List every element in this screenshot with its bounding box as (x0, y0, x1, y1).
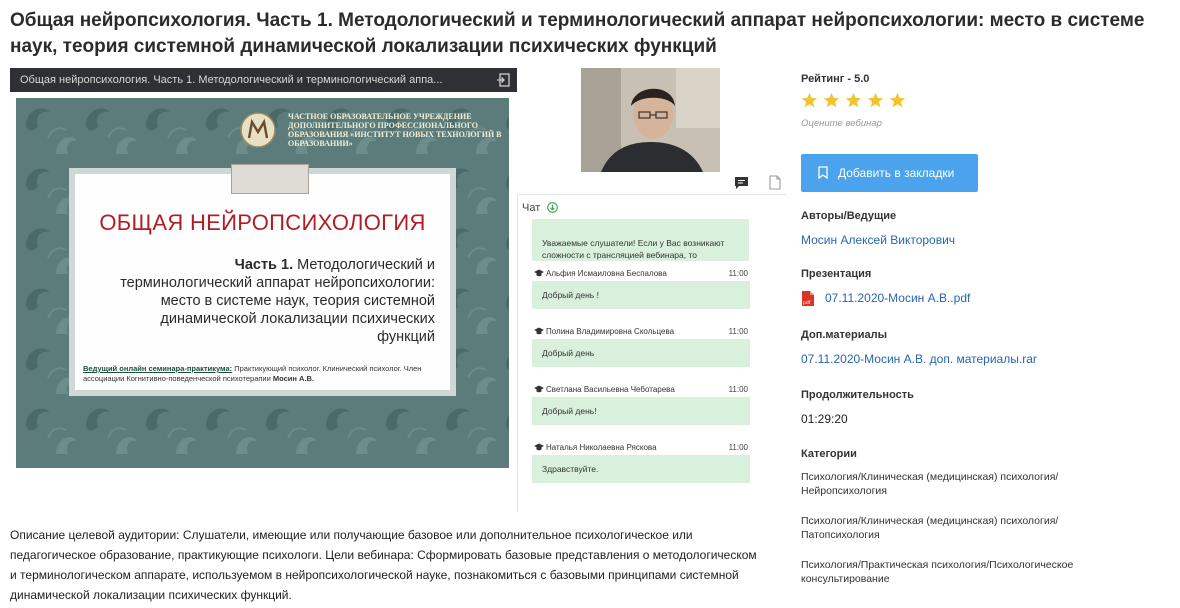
institute-logo-icon (240, 112, 276, 148)
star-icon[interactable] (823, 92, 840, 109)
info-down-icon[interactable] (547, 202, 558, 213)
slide-header-text: ЧАСТНОЕ ОБРАЗОВАТЕЛЬНОЕ УЧРЕЖДЕНИЕ ДОПОЛ… (288, 112, 502, 148)
chat-message-author-row: Полина Владимировна Скольцева (534, 327, 750, 336)
star-icon[interactable] (845, 92, 862, 109)
page-title: Общая нейропсихология. Часть 1. Методоло… (10, 10, 1145, 57)
exit-fullscreen-icon[interactable] (496, 73, 510, 87)
chat-message-author: Наталья Николаевна Ряскова (546, 443, 657, 452)
presentation-label: Презентация (801, 268, 872, 280)
star-icon[interactable] (867, 92, 884, 109)
graduation-cap-icon (534, 385, 544, 393)
presenter-video-frame (581, 68, 720, 172)
duration-value: 01:29:20 (801, 412, 848, 426)
rating-label: Рейтинг - 5.0 (801, 73, 870, 85)
chat-message-author-row: Светлана Васильевна Чеботарева (534, 385, 750, 394)
chat-notice: Уважаемые слушатели! Если у Вас возникаю… (532, 219, 749, 261)
chat-message: Альфия Исмаиловна Беспалова 11:00 Добрый… (526, 269, 750, 315)
author-link[interactable]: Мосин Алексей Викторович (801, 233, 955, 247)
chat-message-text: Добрый день ! (532, 281, 750, 309)
star-icon[interactable] (801, 92, 818, 109)
slide-title: ОБЩАЯ НЕЙРОПСИХОЛОГИЯ (99, 210, 426, 235)
presentation-slide: ЧАСТНОЕ ОБРАЗОВАТЕЛЬНОЕ УЧРЕЖДЕНИЕ ДОПОЛ… (16, 98, 509, 468)
graduation-cap-icon (534, 269, 544, 277)
chat-message-author: Светлана Васильевна Чеботарева (546, 385, 675, 394)
chat-message-text: Добрый день! (532, 397, 750, 425)
chat-message-text: Добрый день (532, 339, 750, 367)
graduation-cap-icon (534, 443, 544, 451)
add-bookmark-button[interactable]: Добавить в закладки (801, 154, 978, 192)
chat-panel[interactable]: Чат Уважаемые слушатели! Если у Вас возн… (517, 194, 787, 512)
chat-message-author-row: Наталья Николаевна Ряскова (534, 443, 750, 452)
chat-message: Светлана Васильевна Чеботарева 11:00 Доб… (526, 385, 750, 431)
slide-footer-name: Мосин А.В. (272, 374, 315, 383)
chat-tabs (517, 172, 787, 194)
webcam-video[interactable] (581, 68, 720, 172)
rate-hint: Оцените вебинар (801, 118, 882, 129)
slide-subtitle: Часть 1. Методологический и терминологич… (105, 256, 435, 346)
chat-message-time: 11:00 (728, 443, 748, 452)
pdf-file-icon: pdf (802, 291, 814, 306)
slide-card: ОБЩАЯ НЕЙРОПСИХОЛОГИЯ Часть 1. Методолог… (69, 164, 456, 396)
player-title-bar: Общая нейропсихология. Часть 1. Методоло… (10, 68, 517, 92)
chat-message-text: Здравствуйте. (532, 455, 750, 483)
chat-message-time: 11:00 (728, 385, 748, 394)
category-link[interactable]: Психология/Практическая психология/Психо… (801, 558, 1101, 586)
bookmark-icon (818, 166, 828, 179)
authors-label: Авторы/Ведущие (801, 210, 897, 222)
chat-message: Полина Владимировна Скольцева 11:00 Добр… (526, 327, 750, 373)
graduation-cap-icon (534, 327, 544, 335)
materials-file-link[interactable]: 07.11.2020-Мосин А.В. доп. материалы.rar (801, 352, 1037, 366)
category-link[interactable]: Психология/Клиническая (медицинская) пси… (801, 514, 1101, 542)
slide-footer-label: Ведущий онлайн семинара-практикума: (83, 364, 233, 373)
slide-footer: Ведущий онлайн семинара-практикума: Прак… (83, 364, 443, 384)
document-icon[interactable] (769, 175, 781, 190)
category-link[interactable]: Психология/Клиническая (медицинская) пси… (801, 470, 1101, 498)
chat-message-time: 11:00 (728, 327, 748, 336)
player-title: Общая нейропсихология. Часть 1. Методоло… (20, 74, 443, 86)
chat-bubble-icon[interactable] (734, 176, 749, 190)
chat-message-author: Альфия Исмаиловна Беспалова (546, 269, 667, 278)
slide-subtitle-part: Часть 1. (234, 257, 294, 273)
chat-message-author-row: Альфия Исмаиловна Беспалова (534, 269, 750, 278)
chat-message-author: Полина Владимировна Скольцева (546, 327, 675, 336)
categories-label: Категории (801, 448, 857, 460)
svg-text:pdf: pdf (803, 300, 811, 306)
rating-stars[interactable] (801, 92, 911, 110)
duration-label: Продолжительность (801, 389, 914, 401)
webinar-description: Описание целевой аудитории: Слушатели, и… (10, 528, 757, 602)
chat-message-time: 11:00 (728, 269, 748, 278)
video-player[interactable]: Общая нейропсихология. Часть 1. Методоло… (10, 68, 517, 513)
materials-label: Доп.материалы (801, 329, 887, 341)
presentation-file-link[interactable]: 07.11.2020-Мосин А.В..pdf (825, 291, 970, 305)
chat-message: Наталья Николаевна Ряскова 11:00 Здравст… (526, 443, 750, 489)
slide-tab (231, 164, 309, 194)
add-bookmark-label: Добавить в закладки (838, 166, 955, 180)
chat-label: Чат (522, 202, 541, 214)
star-icon[interactable] (889, 92, 906, 109)
